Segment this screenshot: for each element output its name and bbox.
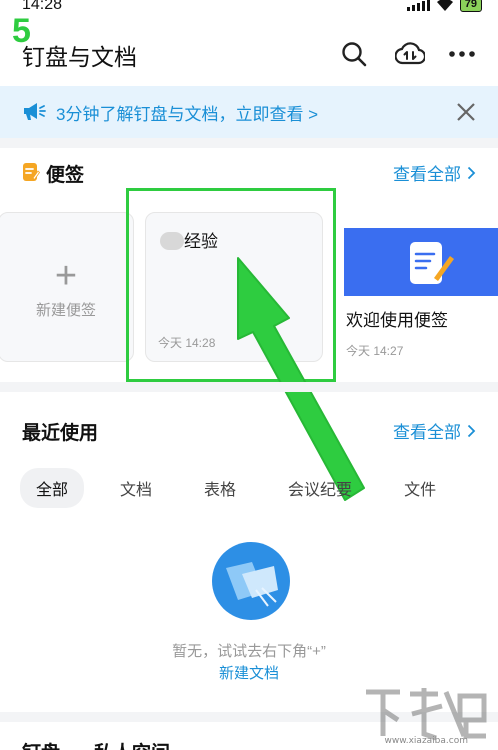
app-header: 钉盘与文档 bbox=[0, 26, 498, 82]
more-icon bbox=[449, 51, 475, 57]
note-card-welcome[interactable]: 欢迎使用便签 今天 14:27 bbox=[338, 212, 498, 362]
divider bbox=[0, 382, 498, 392]
notes-view-all-link[interactable]: 查看全部 bbox=[393, 160, 476, 185]
document-pen-icon bbox=[410, 242, 454, 284]
empty-state-illustration bbox=[212, 542, 290, 620]
divider bbox=[0, 138, 498, 148]
tab-private-space[interactable]: 私人空间 bbox=[94, 738, 170, 750]
cloud-transfer-icon bbox=[395, 42, 425, 65]
note-title: 欢迎使用便签 bbox=[346, 311, 448, 330]
recent-view-all-link[interactable]: 查看全部 bbox=[393, 418, 476, 443]
banner-text: 3分钟了解钉盘与文档，立即查看 > bbox=[56, 105, 319, 124]
tab-docs[interactable]: 文档 bbox=[104, 468, 168, 508]
highlight-box bbox=[126, 188, 336, 382]
status-bar: 14:28 79 bbox=[0, 0, 498, 22]
recent-section-title: 最近使用 bbox=[22, 423, 99, 444]
view-all-label: 查看全部 bbox=[393, 165, 461, 184]
signal-icon bbox=[406, 0, 430, 11]
battery-icon: 79 bbox=[459, 0, 482, 12]
new-note-label: 新建便签 bbox=[35, 302, 96, 319]
plus-icon: + bbox=[54, 255, 78, 297]
empty-state-text: 暂无，试试去右下角“+” bbox=[172, 643, 326, 660]
new-document-link[interactable]: 新建文档 bbox=[0, 662, 498, 683]
tab-minutes[interactable]: 会议纪要 bbox=[272, 468, 368, 508]
intro-banner[interactable]: 3分钟了解钉盘与文档，立即查看 > bbox=[0, 86, 498, 138]
watermark-url: www.xiazaiba.com bbox=[384, 736, 468, 746]
tab-files[interactable]: 文件 bbox=[388, 468, 452, 508]
status-icons: 79 bbox=[406, 0, 482, 12]
tab-all[interactable]: 全部 bbox=[20, 468, 85, 508]
tab-dingpan[interactable]: 钉盘 bbox=[22, 738, 60, 750]
recent-filter-tabs: 全部 文档 表格 会议纪要 文件 bbox=[20, 468, 452, 508]
megaphone-icon bbox=[24, 103, 46, 120]
notes-section-title: 便签 bbox=[46, 165, 85, 186]
tab-sheets[interactable]: 表格 bbox=[188, 468, 252, 508]
welcome-illustration bbox=[344, 228, 498, 296]
empty-folder-icon bbox=[226, 562, 278, 607]
wifi-icon bbox=[436, 0, 453, 11]
note-icon bbox=[23, 163, 40, 181]
new-note-card[interactable]: + 新建便签 bbox=[0, 212, 134, 362]
search-button[interactable] bbox=[338, 38, 370, 70]
view-all-label: 查看全部 bbox=[393, 423, 461, 442]
cloud-transfer-button[interactable] bbox=[394, 38, 426, 70]
chevron-right-icon bbox=[467, 424, 476, 437]
chevron-right-icon bbox=[467, 166, 476, 179]
page-title: 钉盘与文档 bbox=[22, 44, 137, 70]
search-icon bbox=[342, 42, 367, 67]
close-icon[interactable] bbox=[452, 98, 480, 126]
note-time: 今天 14:27 bbox=[346, 344, 404, 358]
more-button[interactable] bbox=[446, 38, 478, 70]
